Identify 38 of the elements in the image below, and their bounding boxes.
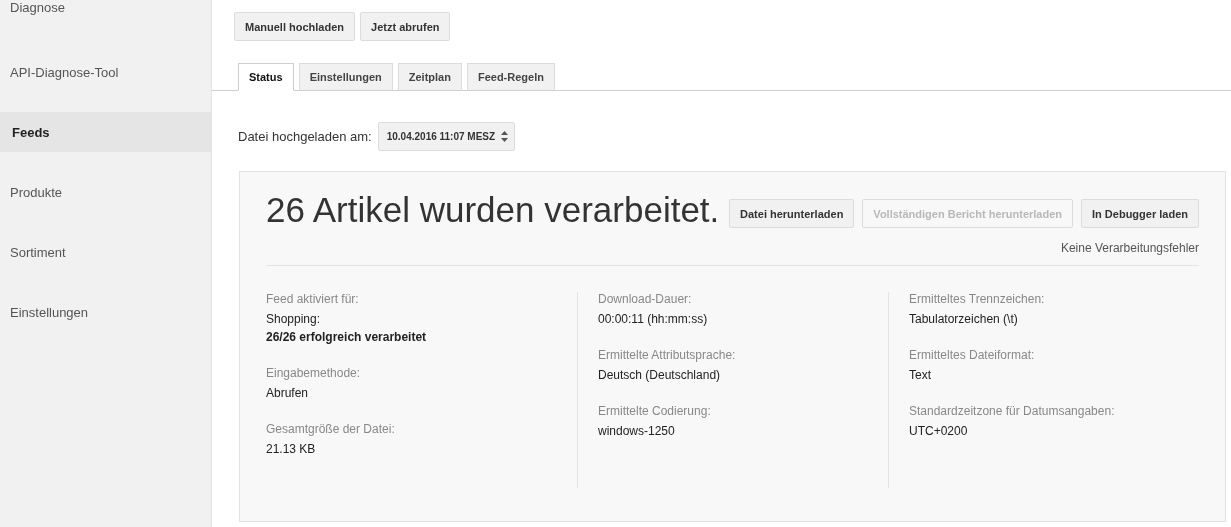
summary-title: 26 Artikel wurden verarbeitet. — [266, 190, 721, 230]
field-value: Shopping: — [266, 312, 322, 326]
field-value: Deutsch (Deutschland) — [598, 368, 722, 382]
field-label: Ermitteltes Trennzeichen: — [909, 292, 1046, 306]
field-value: 26/26 erfolgreich verarbeitet — [266, 330, 428, 344]
field-label: Standardzeitzone für Datumsangaben: — [909, 404, 1116, 418]
field-value: 00:00:11 (hh:mm:ss) — [598, 312, 709, 326]
field-value: Abrufen — [266, 386, 310, 400]
action-button[interactable]: Manuell hochladen — [234, 12, 355, 41]
action-button[interactable]: Jetzt abrufen — [360, 12, 451, 41]
field-label: Feed aktiviert für: — [266, 292, 360, 306]
field-value: windows-1250 — [598, 424, 676, 438]
sort-arrows-icon — [501, 131, 509, 142]
field-label: Ermitteltes Dateiformat: — [909, 348, 1036, 362]
tab[interactable]: Zeitplan — [397, 63, 462, 91]
field-value: 21.13 KB — [266, 442, 317, 456]
field-label: Gesamtgröße der Datei: — [266, 422, 396, 436]
field-value: Text — [909, 368, 932, 382]
field-value: Tabulatorzeichen (\t) — [909, 312, 1019, 326]
summary-button[interactable]: In Debugger laden — [1081, 199, 1199, 228]
upload-date-select[interactable]: 10.04.2016 11:07 MESZ — [377, 122, 516, 151]
field-value: UTC+0200 — [909, 424, 969, 438]
sidebar-item[interactable]: Sortiment — [0, 232, 211, 272]
summary-button[interactable]: Datei herunterladen — [729, 199, 855, 228]
sidebar-item[interactable]: API-Diagnose-Tool — [0, 52, 211, 92]
field-label: Ermittelte Attributsprache: — [598, 348, 737, 362]
field-label: Download-Dauer: — [598, 292, 693, 306]
field-label: Eingabemethode: — [266, 366, 362, 380]
tab[interactable]: Status — [238, 63, 294, 91]
upload-label: Datei hochgeladen am: — [238, 129, 372, 144]
sidebar-item[interactable]: Produkte — [0, 172, 211, 212]
sidebar-item[interactable]: Diagnose — [0, 0, 211, 24]
tab[interactable]: Einstellungen — [298, 63, 393, 91]
sidebar-item[interactable]: Feeds — [0, 112, 211, 152]
tab[interactable]: Feed-Regeln — [466, 63, 555, 91]
field-label: Ermittelte Codierung: — [598, 404, 712, 418]
processing-note: Keine Verarbeitungsfehler — [1060, 241, 1199, 255]
sidebar-item[interactable]: Einstellungen — [0, 292, 211, 332]
